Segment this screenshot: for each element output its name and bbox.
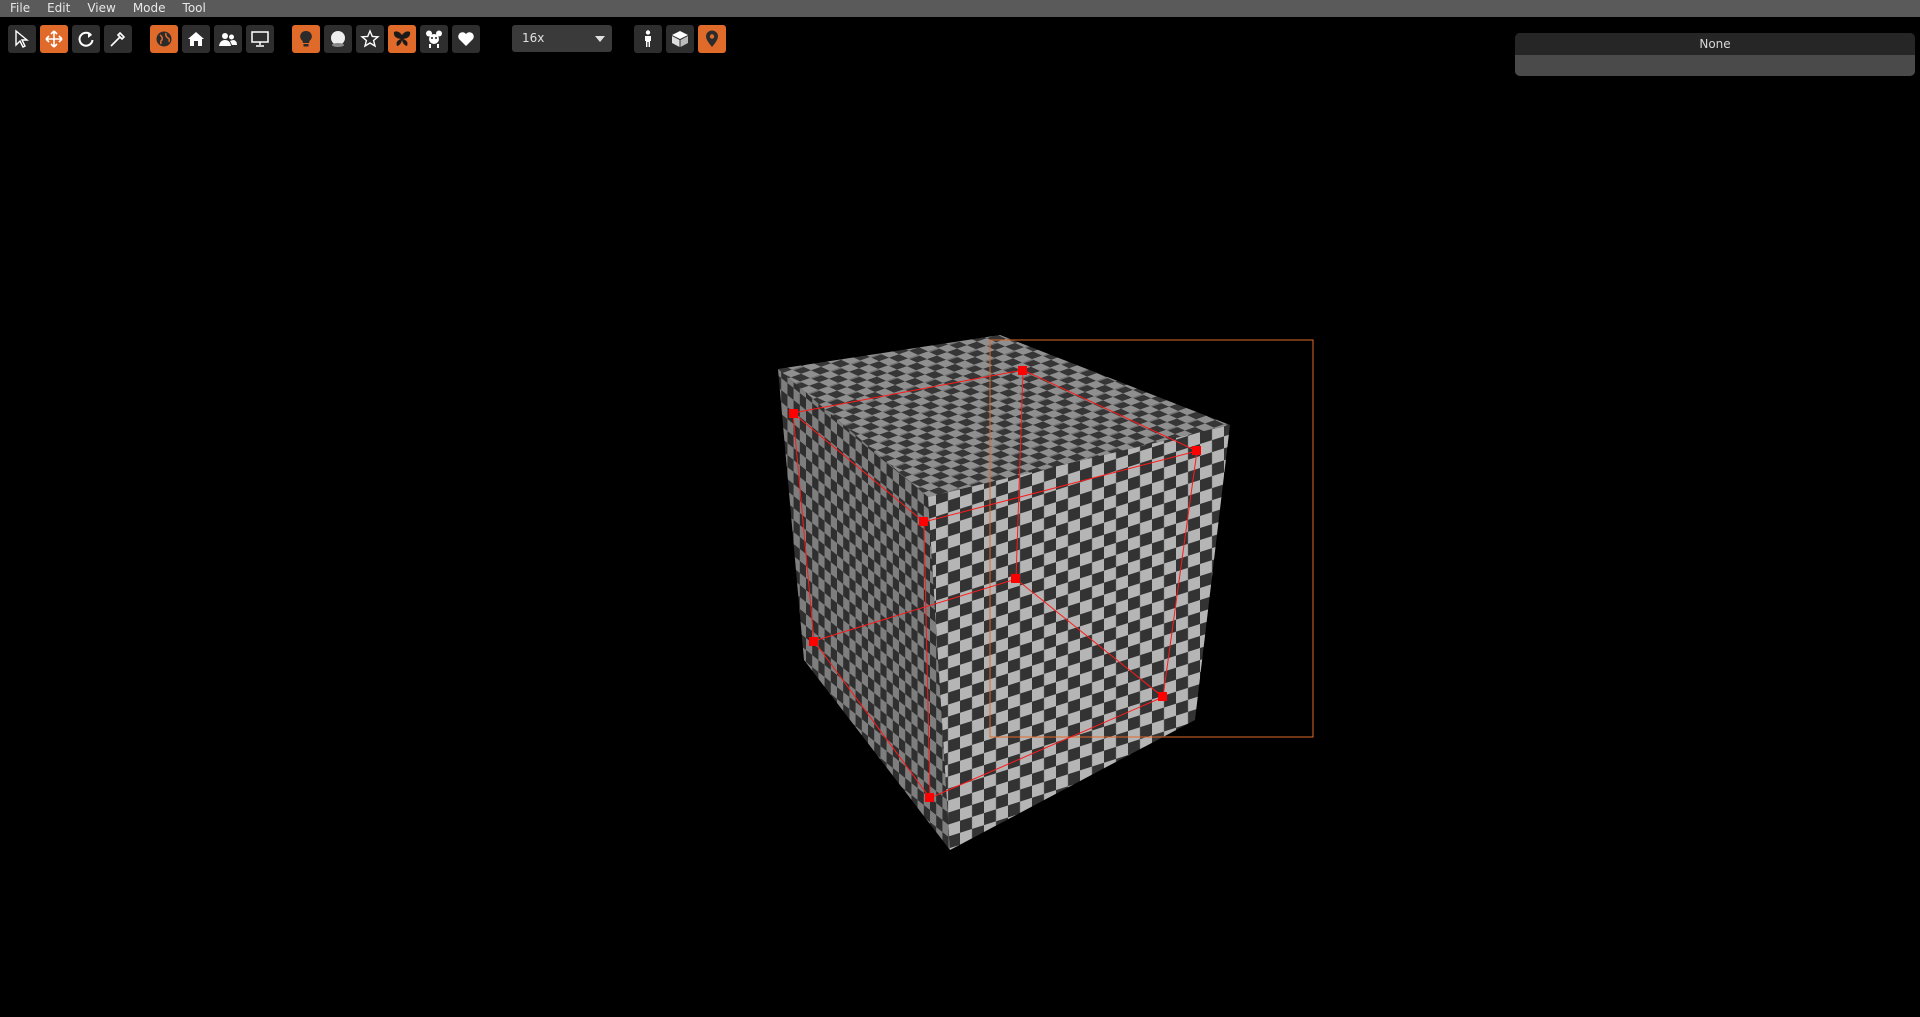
3d-viewport[interactable] <box>0 0 1920 1017</box>
menu-mode[interactable]: Mode <box>123 0 166 17</box>
selection-info-title: None <box>1515 33 1915 55</box>
home-view-button[interactable] <box>182 25 210 53</box>
sphere-button[interactable] <box>324 25 352 53</box>
person-icon <box>645 30 651 47</box>
vertex-handle[interactable] <box>789 409 798 418</box>
map-pin-icon <box>706 30 718 47</box>
star-button[interactable] <box>356 25 384 53</box>
home-icon <box>188 32 204 46</box>
world-view-button[interactable] <box>150 25 178 53</box>
zoom-level-dropdown[interactable]: 16x <box>512 25 612 52</box>
cube-right-face <box>928 425 1230 850</box>
move-arrows-icon <box>45 30 63 48</box>
pin-button[interactable] <box>698 25 726 53</box>
person-button[interactable] <box>634 25 662 53</box>
people-view-button[interactable] <box>214 25 242 53</box>
vertex-handle[interactable] <box>1011 574 1020 583</box>
eyedropper-icon <box>110 31 126 47</box>
globe-icon <box>156 31 172 47</box>
zoom-level-value: 16x <box>522 31 545 45</box>
rotate-tool-button[interactable] <box>72 25 100 53</box>
selection-info-panel: None <box>1515 33 1915 76</box>
users-icon <box>219 33 237 46</box>
select-arrow-icon <box>15 29 29 48</box>
vertex-handle[interactable] <box>925 793 934 802</box>
star-icon <box>360 29 380 48</box>
sphere-icon <box>331 31 345 47</box>
screen-view-button[interactable] <box>246 25 274 53</box>
butterfly-icon <box>393 31 411 46</box>
chevron-down-icon <box>595 36 605 42</box>
cube-icon <box>672 31 688 47</box>
heart-icon <box>458 32 474 46</box>
vertex-handle[interactable] <box>1018 366 1027 375</box>
box-button[interactable] <box>666 25 694 53</box>
menu-view[interactable]: View <box>77 0 115 17</box>
menu-tool[interactable]: Tool <box>173 0 206 17</box>
menu-bar: File Edit View Mode Tool <box>0 0 1920 17</box>
checker-cube[interactable] <box>778 335 1230 850</box>
heart-button[interactable] <box>452 25 480 53</box>
rotate-icon <box>78 31 94 47</box>
lightbulb-icon <box>300 30 312 47</box>
vertex-handle[interactable] <box>1158 692 1167 701</box>
paint-tool-button[interactable] <box>104 25 132 53</box>
selection-info-body <box>1515 55 1915 76</box>
move-tool-button[interactable] <box>40 25 68 53</box>
vertex-handle[interactable] <box>809 637 818 646</box>
butterfly-button[interactable] <box>388 25 416 53</box>
character-button[interactable] <box>420 25 448 53</box>
monitor-icon <box>251 31 269 47</box>
bear-icon <box>426 30 442 48</box>
select-tool-button[interactable] <box>8 25 36 53</box>
light-button[interactable] <box>292 25 320 53</box>
menu-edit[interactable]: Edit <box>37 0 70 17</box>
vertex-handle[interactable] <box>919 517 928 526</box>
menu-file[interactable]: File <box>0 0 30 17</box>
vertex-handle[interactable] <box>1192 446 1201 455</box>
